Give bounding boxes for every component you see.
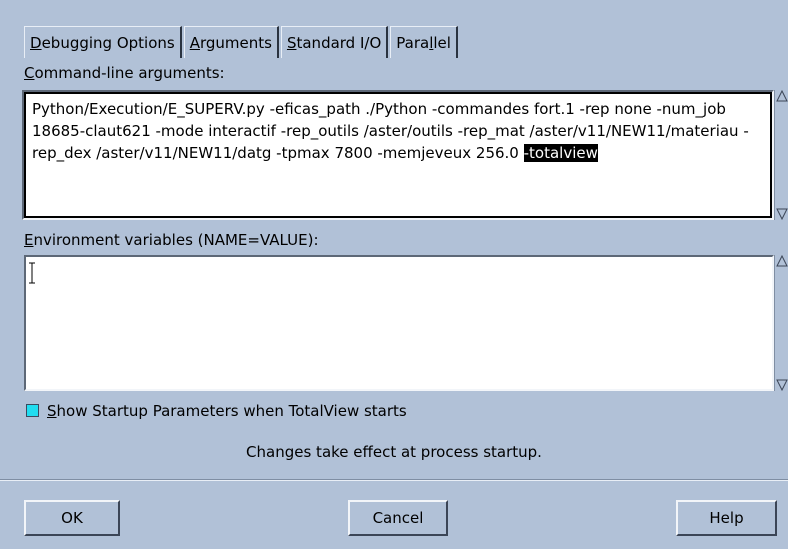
scroll-up-arrow-icon[interactable] (776, 255, 788, 267)
cmdline-scrollbar[interactable] (774, 90, 788, 220)
tab-standard-io[interactable]: Standard I/O (280, 26, 389, 58)
env-textarea[interactable] (24, 255, 774, 391)
tab-label-mnemonic: A (189, 34, 200, 52)
ok-button[interactable]: OK (24, 500, 120, 536)
tab-label: ebugging Options (41, 34, 175, 52)
scroll-up-arrow-icon[interactable] (776, 90, 788, 102)
cmdline-label-mnemonic: C (24, 64, 35, 82)
tab-label: tandard I/O (296, 34, 382, 52)
cmdline-text: Python/Execution/E_SUPERV.py -eficas_pat… (32, 98, 766, 164)
text-cursor-icon (28, 262, 36, 288)
cmdline-value: Python/Execution/E_SUPERV.py -eficas_pat… (32, 100, 749, 162)
tab-label-mnemonic: D (30, 34, 42, 52)
show-startup-params-checkbox[interactable] (26, 404, 39, 417)
cmdline-selected-text: -totalview (523, 144, 598, 162)
tab-label: lel (433, 34, 451, 52)
tab-parallel[interactable]: Parallel (390, 26, 458, 58)
cancel-button[interactable]: Cancel (348, 500, 448, 536)
cmdline-textarea[interactable]: Python/Execution/E_SUPERV.py -eficas_pat… (22, 90, 774, 220)
show-startup-params-label[interactable]: Show Startup Parameters when TotalView s… (47, 402, 407, 420)
startup-note: Changes take effect at process startup. (246, 443, 542, 461)
scroll-down-arrow-icon[interactable] (776, 208, 788, 220)
env-scrollbar[interactable] (774, 255, 788, 391)
scroll-down-arrow-icon[interactable] (776, 379, 788, 391)
cmdline-label: Command-line arguments: (24, 64, 225, 82)
checkbox-label-mnemonic: S (47, 402, 57, 420)
tab-arguments[interactable]: Arguments (183, 26, 279, 58)
cmdline-label-text: ommand-line arguments: (34, 64, 225, 82)
checkbox-label-text: how Startup Parameters when TotalView st… (56, 402, 407, 420)
tab-label: rguments (199, 34, 272, 52)
env-label-text: nvironment variables (NAME=VALUE): (33, 231, 319, 249)
tab-bar: Debugging Options Arguments Standard I/O… (24, 22, 458, 58)
divider (0, 479, 788, 481)
tab-label: Para (396, 34, 430, 52)
help-button[interactable]: Help (676, 500, 777, 536)
env-label: Environment variables (NAME=VALUE): (24, 231, 319, 249)
tab-debugging-options[interactable]: Debugging Options (24, 26, 182, 58)
